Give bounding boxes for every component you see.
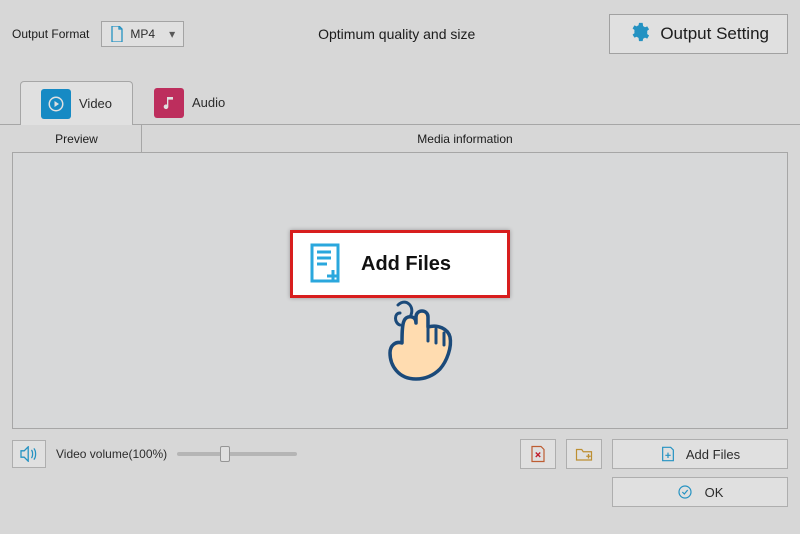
output-setting-button[interactable]: Output Setting	[609, 14, 788, 54]
play-circle-icon	[41, 89, 71, 119]
chevron-down-icon: ▾	[169, 27, 175, 41]
column-media-info: Media information	[142, 125, 788, 152]
quality-text: Optimum quality and size	[192, 26, 601, 42]
tabs: Video Audio	[0, 80, 800, 125]
music-note-icon	[154, 88, 184, 118]
remove-file-button[interactable]	[520, 439, 556, 469]
tab-video-label: Video	[79, 96, 112, 111]
slider-thumb[interactable]	[220, 446, 230, 462]
ok-label: OK	[705, 485, 724, 500]
tab-audio[interactable]: Audio	[133, 80, 246, 124]
file-icon	[110, 26, 124, 42]
folder-add-icon	[575, 446, 593, 462]
bottom-bar: Video volume(100%) Add Files	[0, 429, 800, 469]
add-files-highlight-label: Add Files	[361, 253, 451, 276]
add-files-button[interactable]: Add Files	[612, 439, 788, 469]
add-folder-button[interactable]	[566, 439, 602, 469]
document-add-icon	[307, 242, 347, 286]
column-preview: Preview	[12, 125, 142, 152]
output-setting-label: Output Setting	[660, 24, 769, 44]
add-files-highlight[interactable]: Add Files	[290, 230, 510, 298]
file-remove-icon	[529, 445, 547, 463]
volume-slider[interactable]	[177, 452, 297, 456]
tab-video[interactable]: Video	[20, 81, 133, 125]
tab-audio-label: Audio	[192, 95, 225, 110]
file-add-icon	[660, 446, 676, 462]
ok-row: OK	[0, 469, 800, 507]
pointer-hand-icon	[382, 295, 462, 388]
ok-button[interactable]: OK	[612, 477, 788, 507]
volume-button[interactable]	[12, 440, 46, 468]
output-format-select[interactable]: MP4 ▾	[101, 21, 184, 47]
speaker-icon	[19, 446, 39, 462]
top-bar: Output Format MP4 ▾ Optimum quality and …	[0, 0, 800, 62]
column-headers: Preview Media information	[12, 125, 788, 153]
gear-icon	[628, 21, 650, 48]
add-files-label: Add Files	[686, 447, 740, 462]
output-format-label: Output Format	[12, 27, 89, 41]
check-circle-icon	[677, 484, 693, 500]
output-format-value: MP4	[130, 27, 155, 41]
volume-label: Video volume(100%)	[56, 447, 167, 461]
